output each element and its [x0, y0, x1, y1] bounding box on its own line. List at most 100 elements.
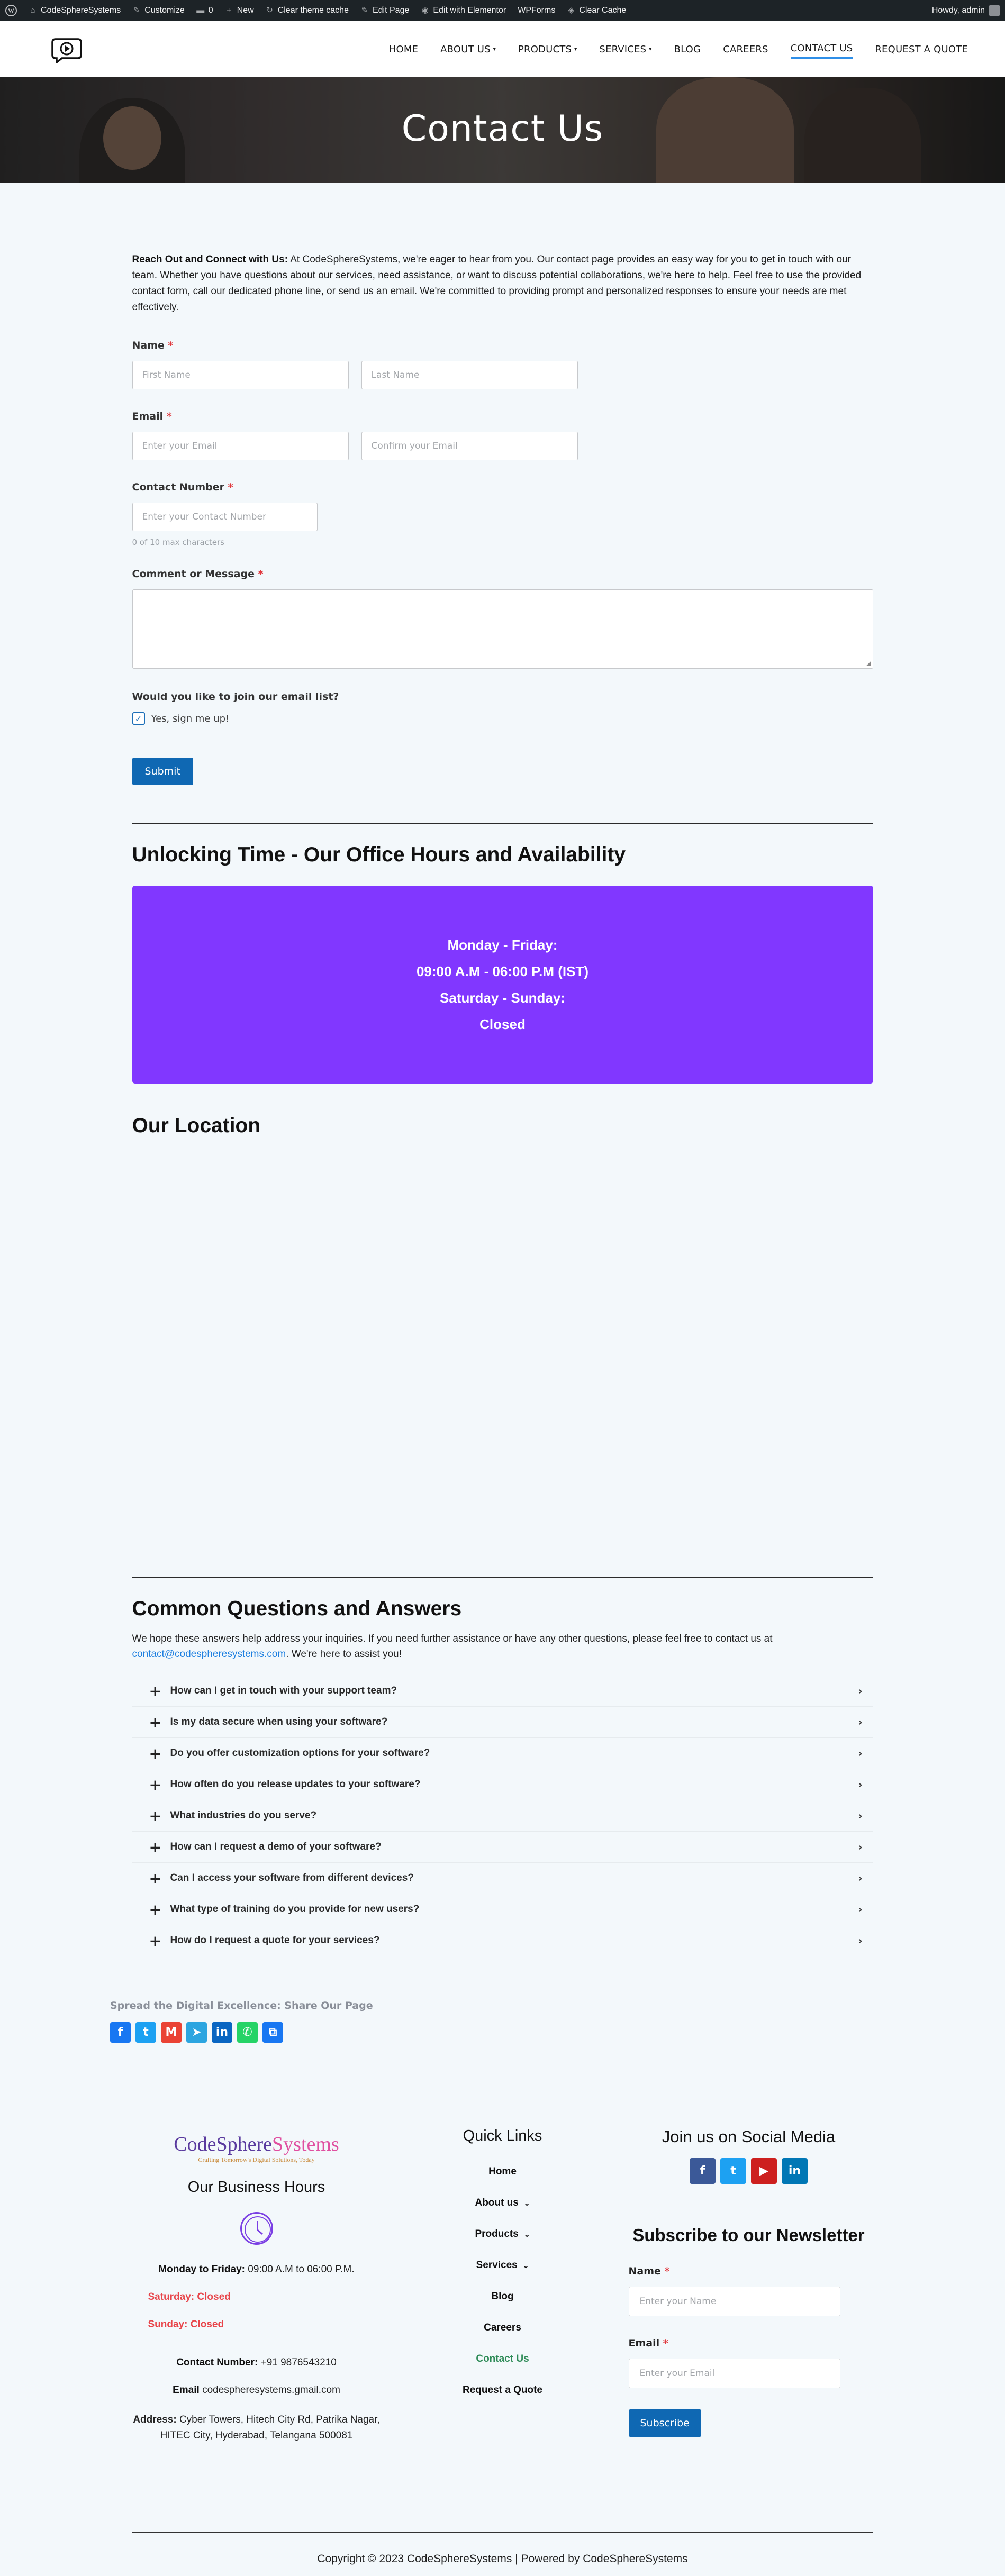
message-textarea[interactable]: ◢	[132, 589, 873, 669]
newsletter-option-label[interactable]: Yes, sign me up!	[151, 713, 230, 724]
faq-item[interactable]: + Can I access your software from differe…	[132, 1863, 873, 1894]
plus-icon: +	[149, 1838, 161, 1856]
faq-question: How can I request a demo of your softwar…	[170, 1841, 382, 1852]
admin-clear-theme-cache[interactable]: ↻ Clear theme cache	[266, 6, 349, 15]
faq-item[interactable]: + What type of training do you provide fo…	[132, 1894, 873, 1925]
page-title: Contact Us	[401, 108, 604, 150]
admin-edit-elementor[interactable]: ◉ Edit with Elementor	[421, 6, 506, 15]
email-input[interactable]: Enter your Email	[132, 432, 349, 460]
contact-number-input[interactable]: Enter your Contact Number	[132, 503, 318, 531]
nav-item-careers[interactable]: CAREERS	[723, 40, 768, 59]
site-logo[interactable]	[50, 35, 83, 65]
faq-item[interactable]: + What industries do you serve? ›	[132, 1800, 873, 1832]
faq-question: Do you offer customization options for y…	[170, 1747, 430, 1759]
contact-email-link[interactable]: contact@codespheresystems.com	[132, 1649, 286, 1660]
newsletter-question: Would you like to join our email list?	[132, 691, 339, 703]
footer-logo[interactable]: CodeSphereSystems	[132, 2133, 381, 2156]
social-linkedin-icon[interactable]: in	[782, 2158, 808, 2184]
admin-wpforms[interactable]: WPForms	[518, 6, 555, 15]
avatar	[989, 5, 1000, 16]
site-header: HOME ABOUT US ▾ PRODUCTS ▾ SERVICES ▾ BLOG CAREE…	[0, 21, 1005, 77]
faq-question: How can I get in touch with your support…	[170, 1685, 397, 1696]
quick-link-home[interactable]: Home	[381, 2166, 624, 2178]
quick-link-products[interactable]: Products ⌄	[381, 2228, 624, 2240]
caret-down-icon: ▾	[493, 46, 496, 52]
admin-edit-page[interactable]: ✎ Edit Page	[360, 6, 410, 15]
faq-question: Can I access your software from differen…	[170, 1872, 414, 1883]
admin-comments[interactable]: ▬ 0	[196, 6, 213, 15]
last-name-input[interactable]: Last Name	[361, 361, 578, 389]
footer-address: Address: Cyber Towers, Hitech City Rd, P…	[133, 2414, 380, 2441]
faq-item[interactable]: + Is my data secure when using your softw…	[132, 1707, 873, 1738]
first-name-input[interactable]: First Name	[132, 361, 349, 389]
subscribe-button[interactable]: Subscribe	[628, 2409, 701, 2437]
share-facebook-icon[interactable]: f	[110, 2022, 131, 2043]
elementor-icon: ◉	[421, 6, 429, 15]
resize-handle-icon[interactable]: ◢	[866, 660, 871, 667]
share-section: Spread the Digital Excellence: Share Our…	[110, 2000, 1005, 2043]
share-copy-link-icon[interactable]: ⧉	[262, 2022, 283, 2043]
admin-account[interactable]: Howdy, admin	[932, 5, 1000, 16]
character-limit-text: 0 of 10 max characters	[132, 538, 225, 547]
chevron-right-icon: ›	[858, 1809, 863, 1822]
share-icons: f t M ➤ in ✆ ⧉	[110, 2022, 1005, 2043]
comment-icon: ▬	[196, 6, 205, 15]
cache-icon: ◈	[568, 6, 575, 15]
faq-item[interactable]: + How can I request a demo of your softwa…	[132, 1832, 873, 1863]
quick-link-careers[interactable]: Careers	[381, 2322, 624, 2334]
quick-link-services[interactable]: Services ⌄	[381, 2260, 624, 2271]
newsletter-email-label: Email *	[628, 2337, 668, 2349]
social-twitter-icon[interactable]: t	[720, 2158, 746, 2184]
newsletter-email-input[interactable]: Enter your Email	[628, 2359, 840, 2388]
office-hours-box: Monday - Friday: 09:00 A.M - 06:00 P.M (…	[132, 886, 873, 1084]
nav-item-request-a-quote[interactable]: REQUEST A QUOTE	[875, 40, 968, 59]
quick-link-about-us[interactable]: About us ⌄	[381, 2197, 624, 2209]
footer-tagline: Crafting Tomorrow's Digital Solutions, T…	[198, 2156, 315, 2163]
newsletter-name-label: Name *	[628, 2265, 670, 2277]
chevron-right-icon: ›	[858, 1903, 863, 1916]
social-youtube-icon[interactable]: ▶	[751, 2158, 777, 2184]
footer-email: Email codespheresystems.gmail.com	[173, 2384, 340, 2396]
plus-icon: +	[149, 1900, 161, 1918]
location-title: Our Location	[132, 1114, 261, 1137]
faq-item[interactable]: + How often do you release updates to you…	[132, 1769, 873, 1800]
faq-item[interactable]: + How do I request a quote for your servi…	[132, 1925, 873, 1956]
nav-item-products[interactable]: PRODUCTS ▾	[518, 40, 577, 59]
share-telegram-icon[interactable]: ➤	[186, 2022, 207, 2043]
share-whatsapp-icon[interactable]: ✆	[237, 2022, 258, 2043]
nav-item-about-us[interactable]: ABOUT US ▾	[440, 40, 496, 59]
quick-link-contact-us[interactable]: Contact Us	[381, 2353, 624, 2365]
share-gmail-icon[interactable]: M	[161, 2022, 182, 2043]
faq-question: Is my data secure when using your softwa…	[170, 1716, 388, 1727]
chevron-right-icon: ›	[858, 1872, 863, 1885]
admin-new[interactable]: + New	[225, 6, 253, 15]
admin-site-name[interactable]: ⌂ CodeSphereSystems	[29, 6, 121, 15]
submit-button[interactable]: Submit	[132, 758, 193, 785]
newsletter-name-input[interactable]: Enter your Name	[628, 2287, 840, 2316]
share-twitter-icon[interactable]: t	[135, 2022, 156, 2043]
admin-clear-cache[interactable]: ◈ Clear Cache	[567, 6, 627, 15]
plus-icon: +	[227, 6, 232, 15]
faq-item[interactable]: + Do you offer customization options for …	[132, 1738, 873, 1769]
newsletter-checkbox[interactable]: ✓	[132, 712, 145, 725]
name-label: Name *	[132, 340, 174, 351]
wordpress-menu[interactable]: W	[5, 5, 17, 16]
admin-customize[interactable]: ✎ Customize	[132, 6, 185, 15]
map-embed[interactable]	[132, 1157, 873, 1577]
faq-question: How do I request a quote for your servic…	[170, 1935, 380, 1946]
hero-banner: Contact Us	[0, 77, 1005, 183]
saturday-status: Saturday: Closed	[148, 2291, 231, 2302]
faq-question: What type of training do you provide for…	[170, 1904, 420, 1915]
quick-link-request-a-quote[interactable]: Request a Quote	[381, 2384, 624, 2396]
nav-item-services[interactable]: SERVICES ▾	[599, 40, 651, 59]
share-linkedin-icon[interactable]: in	[212, 2022, 232, 2043]
confirm-email-input[interactable]: Confirm your Email	[361, 432, 578, 460]
faq-item[interactable]: + How can I get in touch with your suppor…	[132, 1676, 873, 1707]
nav-item-blog[interactable]: BLOG	[674, 40, 701, 59]
plus-icon: +	[149, 1869, 161, 1887]
nav-item-home[interactable]: HOME	[389, 40, 418, 59]
quick-link-blog[interactable]: Blog	[381, 2291, 624, 2302]
contact-number-label: Contact Number *	[132, 481, 233, 493]
nav-item-contact-us[interactable]: CONTACT US	[790, 40, 853, 59]
social-facebook-icon[interactable]: f	[690, 2158, 716, 2184]
